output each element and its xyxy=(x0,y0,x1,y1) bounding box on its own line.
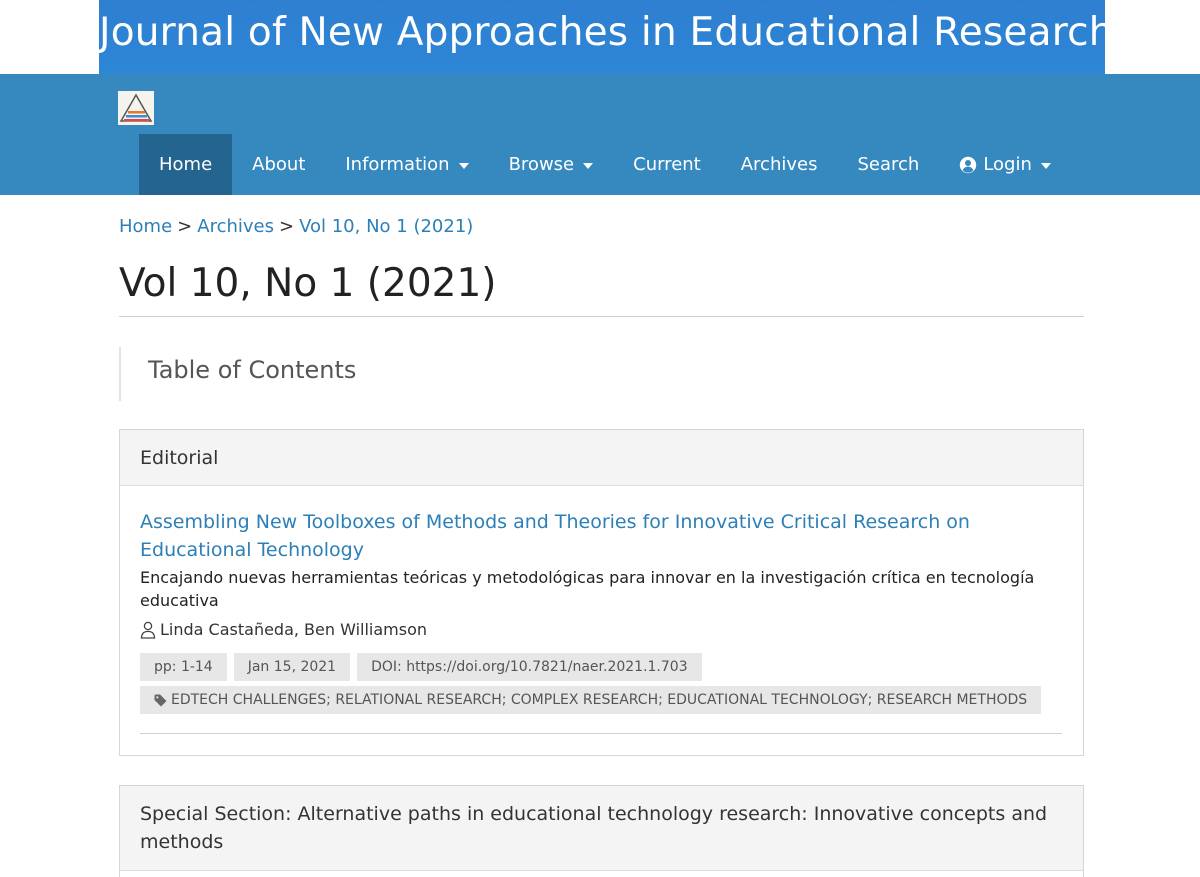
breadcrumb-home[interactable]: Home xyxy=(119,216,172,237)
logo-icon xyxy=(118,91,154,125)
section-title: Editorial xyxy=(120,430,1083,486)
breadcrumb-separator: > xyxy=(278,216,295,237)
nav-login-label: Login xyxy=(983,154,1032,175)
breadcrumb-separator: > xyxy=(177,216,193,237)
nav-search[interactable]: Search xyxy=(837,134,939,195)
main-nav: Home About Information Browse Current Ar… xyxy=(139,134,1071,195)
nav-current-label: Current xyxy=(633,154,701,175)
nav-archives[interactable]: Archives xyxy=(721,134,838,195)
nav-information[interactable]: Information xyxy=(325,134,488,195)
navbar: Home About Information Browse Current Ar… xyxy=(0,74,1200,195)
nav-archives-label: Archives xyxy=(740,154,818,175)
nav-browse-label: Browse xyxy=(508,154,575,175)
nav-about[interactable]: About xyxy=(232,134,325,195)
keywords-badge: EDTECH CHALLENGES; RELATIONAL RESEARCH; … xyxy=(140,686,1042,714)
caret-down-icon xyxy=(583,162,594,169)
nav-current[interactable]: Current xyxy=(613,134,721,195)
section-title: Special Section: Alternative paths in ed… xyxy=(120,786,1083,871)
nav-information-label: Information xyxy=(345,154,450,175)
nav-about-label: About xyxy=(252,154,306,175)
article-meta: pp: 1-14 Jan 15, 2021 DOI: https://doi.o… xyxy=(140,653,1062,681)
page-title: Vol 10, No 1 (2021) xyxy=(119,261,497,306)
section-special: Special Section: Alternative paths in ed… xyxy=(119,785,1084,877)
journal-banner-title[interactable]: Journal of New Approaches in Educational… xyxy=(99,0,1105,74)
keywords-text: EDTECH CHALLENGES; RELATIONAL RESEARCH; … xyxy=(171,692,1028,708)
banner-area: Journal of New Approaches in Educational… xyxy=(0,0,1200,74)
article-item: Assembling New Toolboxes of Methods and … xyxy=(140,508,1062,714)
user-icon xyxy=(140,621,156,639)
pages-badge: pp: 1-14 xyxy=(140,653,227,681)
tag-icon xyxy=(154,694,167,706)
nav-home-label: Home xyxy=(159,154,213,175)
breadcrumb-current[interactable]: Vol 10, No 1 (2021) xyxy=(299,216,473,237)
toc-heading-block: Table of Contents xyxy=(119,347,1086,401)
article-authors: Linda Castañeda, Ben Williamson xyxy=(140,620,1062,639)
toc-heading: Table of Contents xyxy=(148,356,357,384)
page: Journal of New Approaches in Educational… xyxy=(0,0,1200,877)
user-circle-icon xyxy=(960,156,977,173)
main-content: Home > Archives > Vol 10, No 1 (2021) Vol 10… xyxy=(99,195,1105,877)
date-badge: Jan 15, 2021 xyxy=(233,653,351,681)
article-keywords-row: EDTECH CHALLENGES; RELATIONAL RESEARCH; … xyxy=(140,686,1062,714)
nav-search-label: Search xyxy=(857,154,920,175)
journal-logo[interactable] xyxy=(118,91,154,125)
article-subtitle: Encajando nuevas herramientas teóricas y… xyxy=(140,568,1035,610)
section-editorial: Editorial Assembling New Toolboxes of Me… xyxy=(119,429,1084,756)
article-divider xyxy=(140,733,1062,734)
nav-login[interactable]: Login xyxy=(939,134,1071,195)
caret-down-icon xyxy=(1040,162,1051,169)
nav-home[interactable]: Home xyxy=(139,134,233,195)
breadcrumb-archives[interactable]: Archives xyxy=(197,216,274,237)
article-title-link[interactable]: Assembling New Toolboxes of Methods and … xyxy=(140,508,1062,564)
authors-text: Linda Castañeda, Ben Williamson xyxy=(160,620,428,639)
caret-down-icon xyxy=(458,162,469,169)
breadcrumb: Home > Archives > Vol 10, No 1 (2021) xyxy=(119,216,473,237)
doi-badge[interactable]: DOI: https://doi.org/10.7821/naer.2021.1… xyxy=(357,653,702,681)
nav-browse[interactable]: Browse xyxy=(489,134,614,195)
title-divider xyxy=(119,316,1084,317)
